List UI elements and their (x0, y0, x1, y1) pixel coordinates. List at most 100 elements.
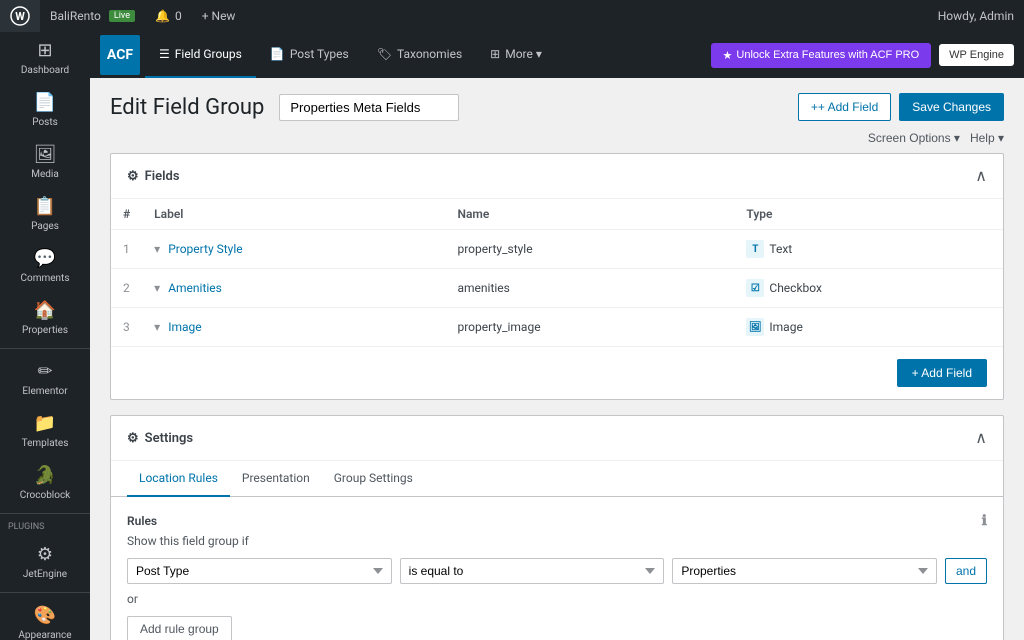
rule-value-select[interactable]: Properties (672, 558, 937, 584)
sidebar-item-comments[interactable]: 💬 Comments (0, 240, 90, 292)
star-icon: ★ (723, 49, 733, 62)
row-num-1: 1 (123, 242, 130, 256)
svg-text:W: W (15, 10, 25, 23)
fields-card-footer: + Add Field (111, 346, 1003, 399)
add-field-button[interactable]: + + Add Field (798, 93, 891, 121)
page-title: Edit Field Group (110, 95, 264, 120)
posts-icon: 📄 (34, 92, 56, 113)
updates-btn[interactable]: 🔔 0 (145, 0, 192, 32)
pages-icon: 📋 (34, 196, 56, 217)
field-type-2: ☑ Checkbox (746, 279, 822, 297)
sidebar-item-appearance[interactable]: 🎨 Appearance (0, 597, 90, 640)
top-navigation: ACF ☰ Field Groups 📄 Post Types 🏷 Taxono… (90, 32, 1024, 78)
tab-post-types[interactable]: 📄 Post Types (256, 32, 363, 78)
site-name[interactable]: BaliRento Live (40, 0, 145, 32)
sidebar-item-posts[interactable]: 📄 Posts (0, 84, 90, 136)
header-actions: + + Add Field Save Changes (798, 93, 1004, 121)
post-types-tab-icon: 📄 (270, 47, 285, 61)
field-name-2: amenities (445, 269, 734, 308)
table-row: 2 ▾ Amenities amenities ☑ Checkbox (111, 269, 1003, 308)
admin-bar: W BaliRento Live 🔔 0 + New Howdy, Admin (0, 0, 1024, 32)
appearance-icon: 🎨 (34, 605, 56, 626)
jetengine-icon: ⚙ (37, 544, 53, 565)
page-header: Edit Field Group + + Add Field Save Chan… (110, 93, 1004, 121)
table-row: 3 ▾ Image property_image 🖼 Image (111, 308, 1003, 347)
help-button[interactable]: Help ▾ (970, 131, 1004, 145)
tab-presentation[interactable]: Presentation (230, 461, 322, 497)
main-content: ACF ☰ Field Groups 📄 Post Types 🏷 Taxono… (90, 0, 1024, 640)
nav-tabs: ☰ Field Groups 📄 Post Types 🏷 Taxonomies… (140, 32, 711, 78)
plugins-section-label: PLUGINS (0, 518, 90, 536)
sidebar-item-jetengine[interactable]: ⚙ JetEngine (0, 536, 90, 588)
field-type-1: T Text (746, 240, 792, 258)
row-num-3: 3 (123, 320, 130, 334)
plus-icon: + (811, 100, 818, 114)
fields-card-header: ⚙ Fields ∧ (111, 154, 1003, 199)
col-label: Label (142, 199, 445, 230)
fields-card-collapse-button[interactable]: ∧ (975, 166, 987, 186)
comments-icon: 💬 (34, 248, 56, 269)
field-label-1[interactable]: Property Style (168, 242, 242, 256)
rules-or-label: or (127, 592, 987, 606)
sidebar-item-pages[interactable]: 📋 Pages (0, 188, 90, 240)
taxonomies-tab-icon: 🏷 (377, 47, 392, 61)
sidebar-item-properties[interactable]: 🏠 Properties (0, 292, 90, 344)
unlock-pro-button[interactable]: ★ Unlock Extra Features with ACF PRO (711, 43, 932, 68)
properties-icon: 🏠 (34, 300, 56, 321)
rule-and-button[interactable]: and (945, 558, 987, 584)
settings-card-title: ⚙ Settings (127, 431, 193, 446)
rules-help-icon[interactable]: ℹ (982, 513, 987, 529)
rule-field-select[interactable]: Post Type (127, 558, 392, 584)
col-name: Name (445, 199, 734, 230)
content-area: Edit Field Group + + Add Field Save Chan… (90, 78, 1024, 640)
sidebar-item-elementor[interactable]: ✏ Elementor (0, 353, 90, 405)
howdy-user[interactable]: Howdy, Admin (928, 0, 1024, 32)
sidebar-item-dashboard[interactable]: ⊞ Dashboard (0, 32, 90, 84)
tab-location-rules[interactable]: Location Rules (127, 461, 230, 497)
field-type-3: 🖼 Image (746, 318, 802, 336)
field-name-1: property_style (445, 230, 734, 269)
wp-engine-button[interactable]: WP Engine (939, 44, 1014, 66)
rules-desc: Show this field group if (127, 534, 987, 548)
settings-icon: ⚙ (127, 431, 139, 446)
tab-more[interactable]: ⊞ More ▾ (476, 32, 556, 78)
sidebar: ⊞ Dashboard 📄 Posts 🖼 Media 📋 Pages 💬 Co… (0, 0, 90, 640)
type-badge-1: T (746, 240, 764, 258)
wp-logo[interactable]: W (0, 0, 40, 32)
fields-icon: ⚙ (127, 169, 139, 184)
rules-label: Rules ℹ (127, 513, 987, 529)
add-field-bottom-button[interactable]: + Add Field (897, 359, 987, 387)
sidebar-item-templates[interactable]: 📁 Templates (0, 405, 90, 457)
more-tab-icon: ⊞ (490, 47, 500, 61)
new-content-btn[interactable]: + New (192, 0, 246, 32)
rules-row: Post Type is equal to Properties and (127, 558, 987, 584)
row-expand-2[interactable]: ▾ (154, 281, 160, 295)
type-badge-2: ☑ (746, 279, 764, 297)
screen-options-bar: Screen Options ▾ Help ▾ (110, 131, 1004, 145)
sidebar-item-media[interactable]: 🖼 Media (0, 136, 90, 188)
settings-body: Rules ℹ Show this field group if Post Ty… (111, 497, 1003, 640)
row-num-2: 2 (123, 281, 130, 295)
field-group-title-input[interactable] (279, 94, 459, 121)
acf-logo: ACF (100, 35, 140, 75)
fields-card-title: ⚙ Fields (127, 169, 180, 184)
row-expand-3[interactable]: ▾ (154, 320, 160, 334)
field-label-3[interactable]: Image (168, 320, 201, 334)
settings-card-header: ⚙ Settings ∧ (111, 416, 1003, 461)
tab-taxonomies[interactable]: 🏷 Taxonomies (363, 32, 476, 78)
field-groups-tab-icon: ☰ (159, 47, 170, 61)
rule-operator-select[interactable]: is equal to (400, 558, 665, 584)
add-rule-group-button[interactable]: Add rule group (127, 616, 232, 640)
nav-right-actions: ★ Unlock Extra Features with ACF PRO WP … (711, 43, 1024, 68)
settings-card-collapse-button[interactable]: ∧ (975, 428, 987, 448)
table-row: 1 ▾ Property Style property_style T Text (111, 230, 1003, 269)
elementor-icon: ✏ (37, 361, 52, 382)
field-label-2[interactable]: Amenities (168, 281, 222, 295)
screen-options-button[interactable]: Screen Options ▾ (868, 131, 960, 145)
tab-field-groups[interactable]: ☰ Field Groups (145, 32, 256, 78)
row-expand-1[interactable]: ▾ (154, 242, 160, 256)
save-changes-button[interactable]: Save Changes (899, 93, 1004, 121)
tab-group-settings[interactable]: Group Settings (322, 461, 425, 497)
sidebar-item-crocoblock[interactable]: 🐊 Crocoblock (0, 457, 90, 509)
settings-card: ⚙ Settings ∧ Location Rules Presentation… (110, 415, 1004, 640)
